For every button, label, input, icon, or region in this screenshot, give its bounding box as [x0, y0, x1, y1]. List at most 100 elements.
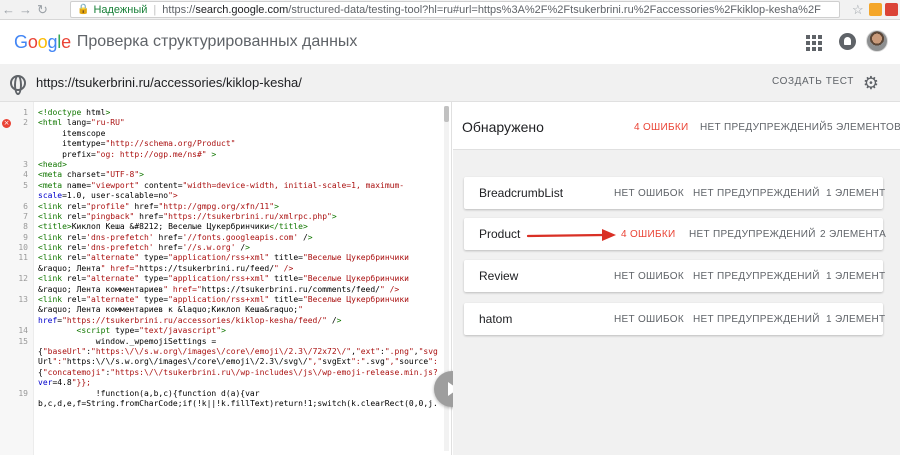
page-title: Проверка структурированных данных — [76, 33, 358, 50]
tested-url-bar: https://tsukerbrini.ru/accessories/kiklo… — [0, 64, 900, 102]
google-logo[interactable]: Google — [14, 32, 71, 53]
card-type-name: Review — [479, 269, 519, 283]
code-line: b,c,d,e,f=String.fromCharCode;if(!k||!k.… — [0, 399, 446, 409]
address-url: https://search.google.com/structured-dat… — [162, 3, 821, 16]
notifications-icon[interactable] — [839, 33, 856, 50]
card-type-name: hatom — [479, 312, 513, 326]
summary-items[interactable]: 5 ЭЛЕМЕНТОВ — [827, 122, 900, 133]
reload-icon[interactable]: ↻ — [34, 0, 51, 20]
line-number: 4 — [23, 170, 28, 180]
code-text: <link rel="alternate" type="application/… — [38, 295, 409, 305]
app-header: Google Проверка структурированных данных — [0, 20, 900, 64]
code-text: <!doctype html> — [38, 108, 111, 117]
code-line: &raquo; Лента комментариев" href="https:… — [0, 285, 446, 295]
line-number: 19 — [18, 388, 28, 398]
card-warnings: НЕТ ПРЕДУПРЕЖДЕНИЙ — [693, 314, 820, 325]
card-type-name: Product — [479, 227, 521, 241]
code-text: Url":"https:\/\/s.w.org\/images\/core\/e… — [38, 357, 438, 367]
code-text: {"baseUrl":"https:\/\/s.w.org\/images\/c… — [38, 346, 438, 356]
settings-icon[interactable]: ⚙ — [862, 74, 880, 92]
extension-icon[interactable] — [869, 3, 882, 16]
card-errors: НЕТ ОШИБОК — [614, 188, 684, 199]
code-text: {"concatemoji":"https:\/\/tsukerbrini.ru… — [38, 367, 438, 377]
annotation-arrow — [526, 229, 616, 241]
code-text: <link rel='dns-prefetch' href='//s.w.org… — [38, 243, 250, 253]
card-errors: 4 ОШИБКИ — [621, 229, 676, 240]
code-line: 12 <link rel="alternate" type="applicatio… — [0, 274, 446, 284]
summary-warnings[interactable]: НЕТ ПРЕДУПРЕЖДЕНИЙ — [700, 122, 827, 133]
address-bar[interactable]: 🔒 Надежный | https://search.google.com/s… — [70, 1, 840, 18]
code-line: 11 <link rel="alternate" type="applicatio… — [0, 253, 446, 263]
arrow-head — [602, 229, 616, 241]
new-test-button[interactable]: СОЗДАТЬ ТЕСТ — [772, 76, 854, 87]
browser-toolbar: ← → ↻ 🔒 Надежный | https://search.google… — [0, 0, 900, 20]
avatar[interactable] — [866, 30, 888, 52]
code-text: window._wpemojiSettings = — [38, 336, 217, 346]
code-line: Url":"https:\/\/s.w.org\/images\/core\/e… — [0, 357, 446, 367]
code-text: <link rel="alternate" type="application/… — [38, 253, 409, 263]
code-text: <meta charset="UTF-8"> — [38, 170, 144, 180]
code-line: itemtype="http://schema.org/Product" — [0, 139, 446, 149]
source-code-panel[interactable]: 1 <!doctype html> × 2 <html lang="ru-RU" ite… — [0, 102, 452, 455]
code-line: 6 <link rel="profile" href="http://gmpg.o… — [0, 202, 446, 212]
star-icon[interactable]: ☆ — [852, 2, 864, 18]
code-text: <meta name="viewport" content="width=dev… — [38, 180, 405, 190]
code-line: 10 <link rel='dns-prefetch' href='//s.w.o… — [0, 243, 446, 253]
line-number: 5 — [23, 180, 28, 190]
card-type-name: BreadcrumbList — [479, 186, 564, 200]
globe-icon — [10, 75, 26, 95]
code-text: prefix="og: http://ogp.me/ns#" > — [38, 149, 217, 159]
tested-url[interactable]: https://tsukerbrini.ru/accessories/kiklo… — [36, 75, 302, 90]
scrollbar-thumb[interactable] — [444, 106, 449, 122]
line-number: 7 — [23, 211, 28, 221]
line-number: 15 — [18, 336, 28, 346]
code-editor[interactable]: 1 <!doctype html> × 2 <html lang="ru-RU" ite… — [0, 108, 446, 409]
code-line: 9 <link rel='dns-prefetch' href='//fonts.… — [0, 233, 446, 243]
code-line: ver=4.8"}}; — [0, 378, 446, 388]
results-panel: Обнаружено 4 ОШИБКИ НЕТ ПРЕДУПРЕЖДЕНИЙ 5… — [453, 102, 900, 455]
code-text: &raquo; Лента комментариев к &laquo;Кикл… — [38, 305, 303, 315]
line-number: 12 — [18, 274, 28, 284]
code-line: {"baseUrl":"https:\/\/s.w.org\/images\/c… — [0, 347, 446, 357]
detected-title: Обнаружено — [462, 119, 544, 135]
code-line: scale=1.0, user-scalable=no"> — [0, 191, 446, 201]
line-number: 1 — [23, 108, 28, 117]
result-card-breadcrumblist[interactable]: BreadcrumbList НЕТ ОШИБОК НЕТ ПРЕДУПРЕЖД… — [464, 177, 885, 209]
code-text: <head> — [38, 159, 67, 169]
line-number: 3 — [23, 159, 28, 169]
code-text: !function(a,b,c){function d(a){var — [38, 388, 260, 398]
forward-icon[interactable]: → — [17, 0, 34, 20]
code-line: 19 !function(a,b,c){function d(a){var — [0, 389, 446, 399]
secure-label: Надежный — [93, 3, 148, 16]
code-line: &raquo; Лента" href="https://tsukerbrini… — [0, 264, 446, 274]
code-text: <script type="text/javascript"> — [76, 326, 226, 336]
code-line: 4 <meta charset="UTF-8"> — [0, 170, 446, 180]
result-card-hatom[interactable]: hatom НЕТ ОШИБОК НЕТ ПРЕДУПРЕЖДЕНИЙ 1 ЭЛ… — [464, 303, 885, 335]
card-errors: НЕТ ОШИБОК — [614, 314, 684, 325]
results-summary: Обнаружено 4 ОШИБКИ НЕТ ПРЕДУПРЕЖДЕНИЙ 5… — [453, 102, 900, 150]
code-line: 1 <!doctype html> — [0, 108, 446, 118]
summary-errors[interactable]: 4 ОШИБКИ — [634, 122, 688, 133]
result-card-review[interactable]: Review НЕТ ОШИБОК НЕТ ПРЕДУПРЕЖДЕНИЙ 1 Э… — [464, 260, 886, 292]
lock-icon: 🔒 — [77, 4, 90, 15]
line-number: 8 — [23, 222, 28, 232]
card-items: 2 ЭЛЕМЕНТА — [820, 229, 887, 240]
line-number: 11 — [18, 253, 28, 263]
code-line: 3 <head> — [0, 160, 446, 170]
code-line: prefix="og: http://ogp.me/ns#" > — [0, 150, 446, 160]
code-text: &raquo; Лента" href="https://tsukerbrini… — [38, 263, 294, 273]
card-items: 1 ЭЛЕМЕНТ — [826, 271, 886, 282]
code-line: 15 window._wpemojiSettings = — [0, 337, 446, 347]
code-line: {"concatemoji":"https:\/\/tsukerbrini.ru… — [0, 368, 446, 378]
line-number: 9 — [23, 232, 28, 242]
line-number: 6 — [23, 201, 28, 211]
back-icon[interactable]: ← — [0, 0, 17, 20]
apps-icon[interactable] — [806, 35, 822, 51]
code-line: &raquo; Лента комментариев к &laquo;Кикл… — [0, 305, 446, 315]
card-warnings: НЕТ ПРЕДУПРЕЖДЕНИЙ — [693, 271, 820, 282]
code-line: 8 <title>Киклоп Кеша &#8212; Веселые Цуке… — [0, 222, 446, 232]
code-text: itemtype="http://schema.org/Product" — [38, 139, 236, 149]
code-text: scale=1.0, user-scalable=no"> — [38, 191, 178, 201]
extension-icon[interactable] — [885, 3, 898, 16]
card-warnings: НЕТ ПРЕДУПРЕЖДЕНИЙ — [689, 229, 816, 240]
